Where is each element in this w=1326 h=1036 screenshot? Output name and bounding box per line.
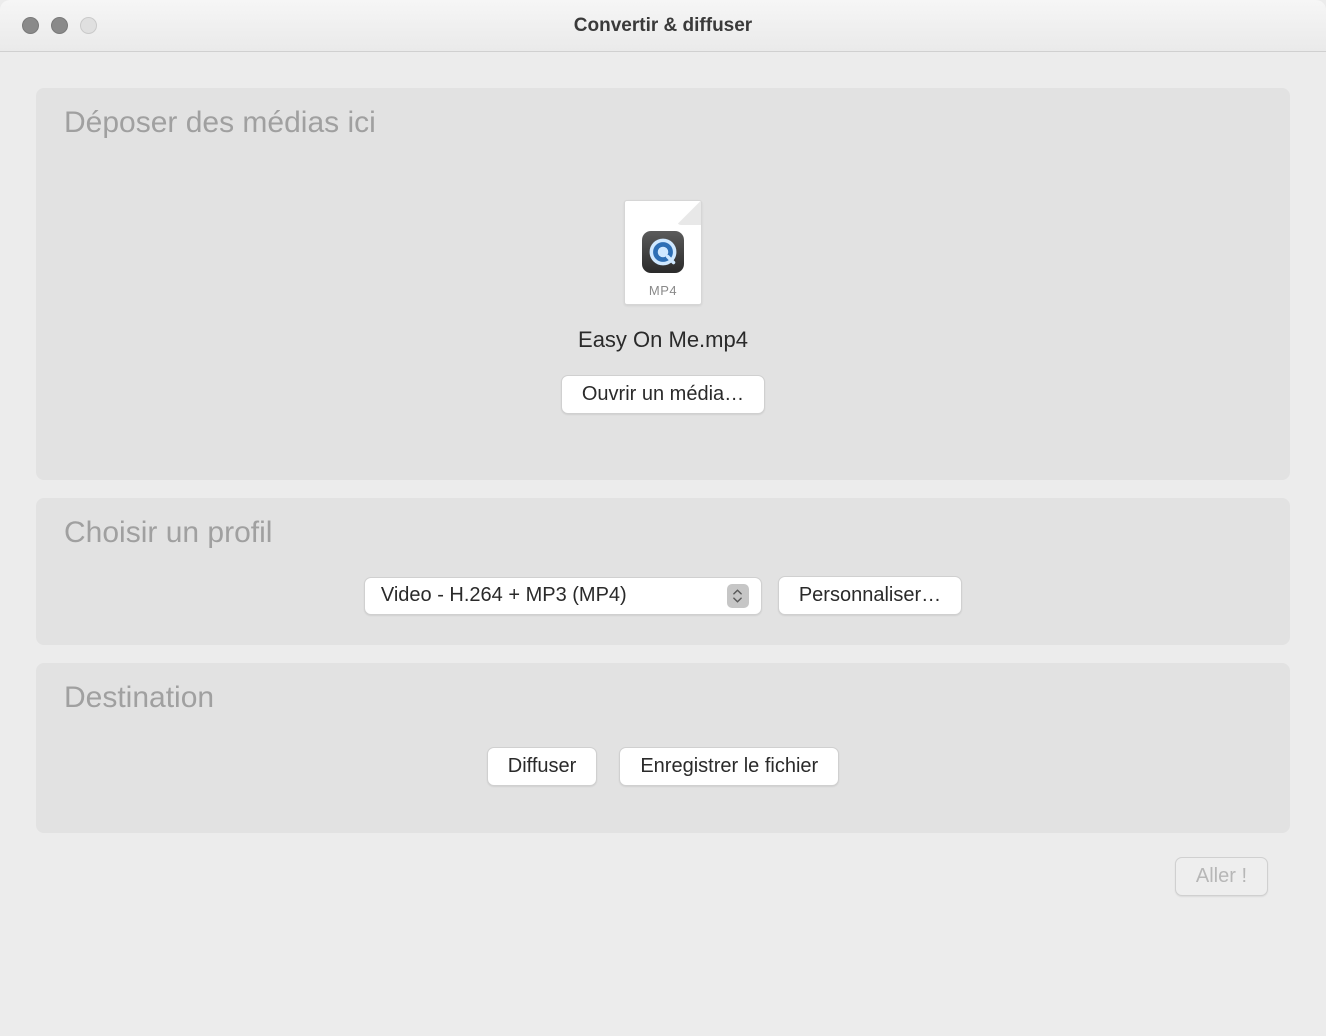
zoom-button[interactable]: [80, 17, 97, 34]
go-button[interactable]: Aller !: [1175, 857, 1268, 896]
destination-row: Diffuser Enregistrer le fichier: [64, 725, 1262, 798]
file-name: Easy On Me.mp4: [578, 327, 748, 353]
content: Déposer des médias ici MP4 Easy On Me.mp…: [0, 52, 1326, 1036]
profile-title: Choisir un profil: [64, 516, 1262, 550]
profile-select[interactable]: Video - H.264 + MP3 (MP4): [364, 577, 762, 615]
save-file-button[interactable]: Enregistrer le fichier: [619, 747, 839, 786]
open-media-button[interactable]: Ouvrir un média…: [561, 375, 765, 414]
customize-button[interactable]: Personnaliser…: [778, 576, 962, 615]
chevron-up-down-icon: [727, 584, 749, 608]
titlebar: Convertir & diffuser: [0, 0, 1326, 52]
minimize-button[interactable]: [51, 17, 68, 34]
destination-panel: Destination Diffuser Enregistrer le fich…: [36, 663, 1290, 833]
file-extension-label: MP4: [649, 283, 677, 298]
drop-media-title: Déposer des médias ici: [64, 106, 1262, 140]
close-button[interactable]: [22, 17, 39, 34]
destination-title: Destination: [64, 681, 1262, 715]
drop-area: MP4 Easy On Me.mp4 Ouvrir un média…: [64, 150, 1262, 414]
profile-panel: Choisir un profil Video - H.264 + MP3 (M…: [36, 498, 1290, 645]
quicktime-icon: [642, 231, 684, 273]
profile-selected-value: Video - H.264 + MP3 (MP4): [381, 584, 627, 607]
stream-button[interactable]: Diffuser: [487, 747, 598, 786]
traffic-lights: [0, 17, 97, 34]
profile-row: Video - H.264 + MP3 (MP4) Personnaliser…: [64, 560, 1262, 617]
window: Convertir & diffuser Déposer des médias …: [0, 0, 1326, 1036]
window-title: Convertir & diffuser: [574, 15, 752, 37]
file-icon: MP4: [624, 200, 702, 305]
drop-media-panel[interactable]: Déposer des médias ici MP4 Easy On Me.mp…: [36, 88, 1290, 480]
footer: Aller !: [36, 851, 1290, 914]
